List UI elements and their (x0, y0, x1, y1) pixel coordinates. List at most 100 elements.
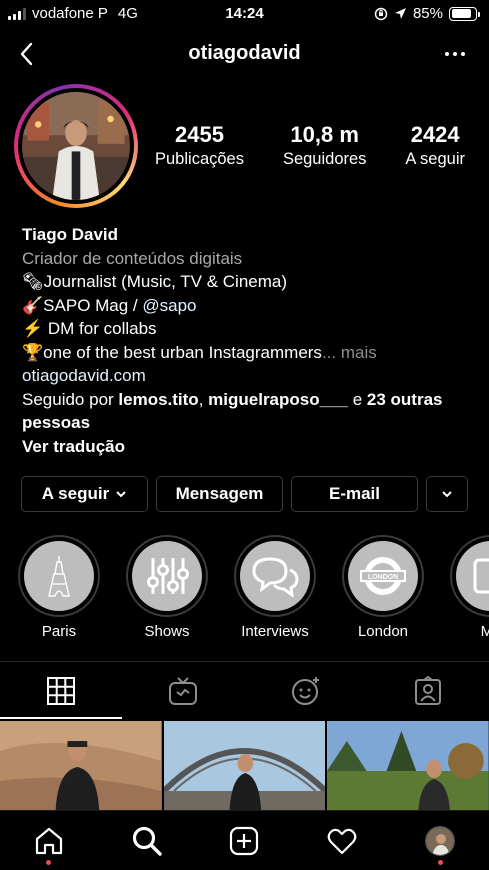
post-thumbnail[interactable] (327, 721, 489, 811)
eiffel-tower-icon (48, 556, 70, 597)
svg-text:LONDON: LONDON (368, 574, 398, 581)
highlight-label: Mu (480, 623, 489, 640)
and-text: e (347, 389, 367, 409)
battery-fill (451, 9, 472, 18)
stat-value: 2424 (410, 122, 460, 147)
highlight-label: Shows (144, 623, 190, 640)
profile-category: Criador de conteúdos digitais (22, 248, 243, 268)
bottom-navigation (0, 810, 489, 870)
stat-value: 10,8 m (290, 122, 359, 147)
tagged-icon (414, 675, 441, 705)
orientation-lock-icon (374, 7, 388, 20)
highlight-label: London (357, 623, 409, 640)
profile-full-name: Tiago David (22, 225, 119, 244)
highlight-paris[interactable]: Paris (18, 535, 100, 640)
trophy-icon: 🏆 (22, 342, 44, 362)
stat-label: Publicações (155, 150, 244, 168)
followers-count[interactable]: 10,8 m Seguidores (283, 122, 366, 169)
email-button[interactable]: E-mail (291, 476, 418, 512)
nav-home[interactable] (0, 811, 98, 870)
music-icon (473, 558, 489, 594)
profile-bio: Tiago David Criador de conteúdos digitai… (22, 223, 472, 458)
speech-bubbles-icon (252, 557, 299, 597)
search-icon (132, 826, 162, 856)
highlight-music[interactable]: Mu (450, 535, 489, 640)
profile-avatar (22, 92, 130, 200)
suggested-accounts-button[interactable] (426, 476, 468, 512)
message-label: Mensagem (175, 484, 264, 503)
posts-count[interactable]: 2455 Publicações (155, 122, 244, 169)
separator: , (198, 389, 209, 409)
chevron-down-icon (116, 491, 126, 498)
following-label: A seguir (41, 484, 110, 503)
bio-line: ⚡ DM for collabs (22, 317, 472, 341)
bio-text: DM for collabs (43, 319, 157, 338)
highlight-interviews[interactable]: Interviews (234, 535, 316, 640)
guitar-icon: 🎸 (22, 295, 44, 315)
email-label: E-mail (328, 484, 381, 503)
battery-icon (449, 6, 480, 21)
nav-profile[interactable] (391, 811, 489, 870)
followed-by-user: miguelraposo___ (208, 389, 348, 409)
highlight-label: Interviews (241, 623, 309, 640)
mention-link[interactable]: @sapo (142, 296, 196, 315)
bio-line: 🎸SAPO Mag / @sapo (22, 294, 472, 318)
tab-igtv[interactable] (122, 662, 244, 719)
stat-value: 2455 (175, 122, 224, 147)
bio-more-link[interactable]: mais (341, 343, 377, 362)
bio-text: one of the best urban Instagrammers (43, 342, 322, 362)
notification-dot (46, 860, 52, 865)
status-bar: vodafone P 4G 14:24 85% (0, 0, 489, 28)
posts-grid (0, 721, 489, 811)
following-count[interactable]: 2424 A seguir (405, 122, 465, 169)
london-roundel-icon: LONDON (360, 557, 406, 595)
new-post-icon (230, 826, 259, 855)
story-highlights: Paris Shows Interviews LONDON London M (18, 535, 489, 640)
stat-label: Seguidores (282, 150, 367, 168)
home-icon (35, 827, 62, 854)
profile-username: otiagodavid (188, 42, 301, 64)
bio-text: SAPO Mag / (43, 295, 143, 315)
location-arrow-icon (394, 8, 406, 19)
message-button[interactable]: Mensagem (156, 476, 283, 512)
stat-label: A seguir (405, 150, 465, 168)
profile-header: otiagodavid (0, 36, 489, 72)
website-link[interactable]: otiagodavid.com (22, 364, 472, 388)
following-button[interactable]: A seguir (21, 476, 148, 512)
profile-stats: 2455 Publicações 10,8 m Seguidores 2424 … (155, 122, 465, 169)
followed-by-user: lemos.tito (118, 389, 199, 409)
tab-tagged[interactable] (367, 662, 489, 719)
highlight-shows[interactable]: Shows (126, 535, 208, 640)
profile-avatar-icon (425, 825, 456, 856)
nav-activity[interactable] (293, 811, 391, 870)
followed-by-prefix: Seguido por (22, 389, 119, 409)
grid-icon (47, 676, 76, 705)
more-options-button[interactable] (445, 52, 465, 56)
highlight-london[interactable]: LONDON London (342, 535, 424, 640)
followed-by[interactable]: Seguido por lemos.tito, miguelraposo___ … (22, 388, 472, 435)
tab-effects[interactable] (245, 662, 367, 719)
post-thumbnail[interactable] (163, 721, 326, 811)
tab-posts-grid[interactable] (0, 662, 123, 719)
nav-new-post[interactable] (196, 811, 294, 870)
see-translation-link[interactable]: Ver tradução (22, 435, 472, 459)
chevron-down-icon (442, 491, 452, 498)
profile-tabs (0, 661, 489, 719)
bio-ellipsis: ... (321, 342, 337, 362)
notification-dot (437, 860, 443, 865)
post-thumbnail[interactable] (0, 721, 162, 811)
igtv-icon (169, 676, 198, 705)
profile-actions: A seguir Mensagem E-mail (21, 476, 468, 512)
more-dots-icon (445, 52, 449, 56)
status-right: 85% (374, 5, 480, 22)
bio-text: Journalist (Music, TV & Cinema) (43, 272, 288, 291)
nav-search[interactable] (98, 811, 196, 870)
battery-percentage: 85% (412, 5, 443, 22)
bio-line: 🗞Journalist (Music, TV & Cinema) (22, 270, 472, 294)
newspaper-icon: 🗞 (22, 272, 44, 291)
lightning-icon: ⚡ (22, 319, 44, 338)
see-translation-label: Ver tradução (22, 436, 125, 456)
profile-avatar-story-ring[interactable] (14, 84, 138, 208)
activity-heart-icon (327, 828, 357, 854)
equalizer-sliders-icon (147, 558, 189, 594)
